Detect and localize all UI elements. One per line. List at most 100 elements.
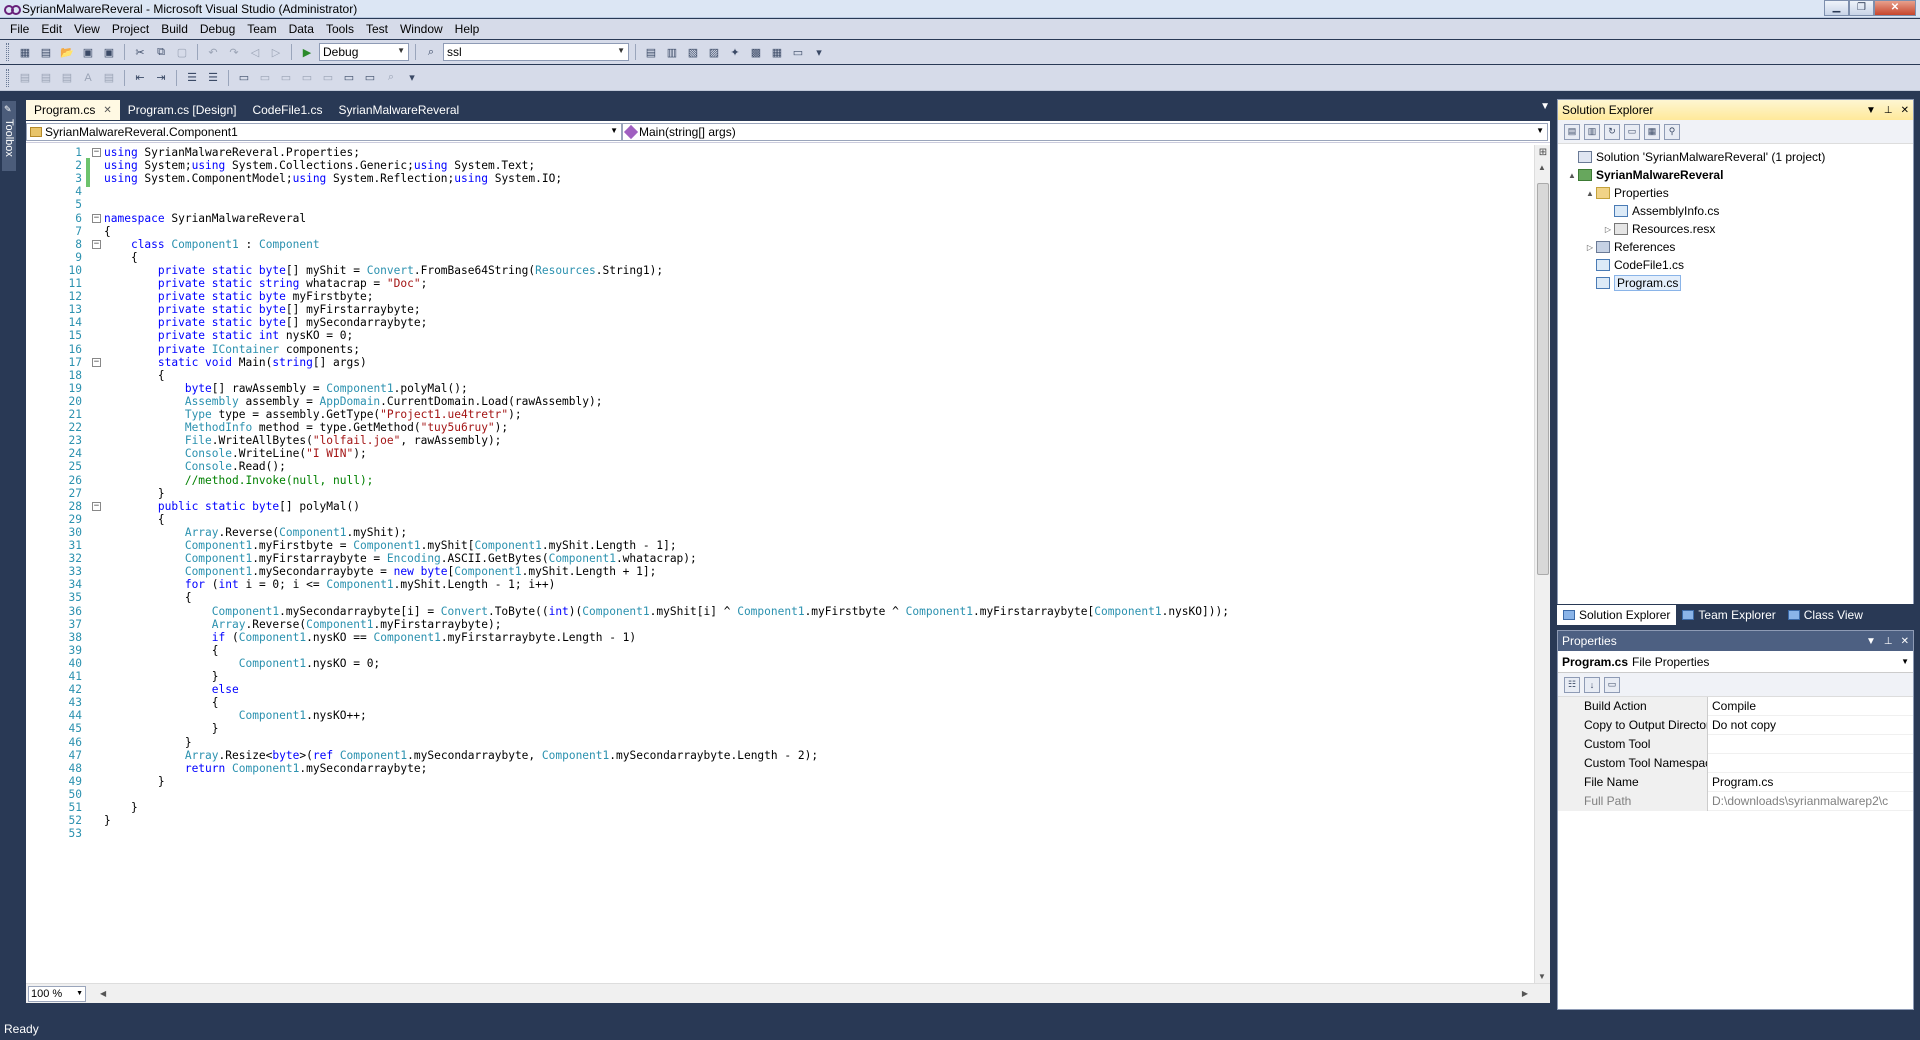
cut-icon[interactable]: ✂ bbox=[131, 43, 149, 61]
find-combo[interactable]: ssl ▼ bbox=[443, 43, 629, 61]
save-all-icon[interactable]: ▣ bbox=[100, 43, 118, 61]
add-item-icon[interactable]: ▤ bbox=[37, 43, 55, 61]
complete-word-icon[interactable]: A bbox=[79, 69, 97, 87]
pin-icon[interactable]: ⊥ bbox=[1884, 636, 1893, 647]
categorized-icon[interactable]: ☷ bbox=[1564, 676, 1580, 693]
close-icon[interactable]: ✕ bbox=[1901, 105, 1909, 116]
menu-test[interactable]: Test bbox=[360, 22, 394, 36]
tab-team-explorer[interactable]: Team Explorer bbox=[1676, 605, 1781, 625]
scrollbar-thumb[interactable] bbox=[1537, 183, 1549, 575]
uncomment-lines-icon[interactable]: ☰ bbox=[204, 69, 222, 87]
parameter-info-icon[interactable]: ▤ bbox=[37, 69, 55, 87]
property-value[interactable]: Compile bbox=[1708, 699, 1913, 713]
window-position-icon[interactable]: ▼ bbox=[1866, 636, 1876, 647]
code-line[interactable]: 53 bbox=[26, 826, 1534, 842]
refresh-icon[interactable]: ↻ bbox=[1604, 123, 1620, 140]
expand-toggle-icon[interactable]: ▷ bbox=[1584, 243, 1596, 252]
paste-icon[interactable]: ▢ bbox=[173, 43, 191, 61]
menu-file[interactable]: File bbox=[4, 22, 35, 36]
view-code-icon[interactable]: ▭ bbox=[1624, 123, 1640, 140]
save-icon[interactable]: ▣ bbox=[79, 43, 97, 61]
menu-edit[interactable]: Edit bbox=[35, 22, 68, 36]
menu-data[interactable]: Data bbox=[283, 22, 320, 36]
navigate-forward-icon[interactable]: ▷ bbox=[267, 43, 285, 61]
close-icon[interactable]: ✕ bbox=[1901, 636, 1909, 647]
team-explorer-icon[interactable]: ▦ bbox=[768, 43, 786, 61]
property-row[interactable]: Custom Tool Namespace bbox=[1558, 753, 1913, 773]
output-window-icon[interactable]: ▭ bbox=[789, 43, 807, 61]
close-button[interactable]: ✕ bbox=[1874, 0, 1916, 16]
tab-program-cs[interactable]: Program.cs ✕ bbox=[26, 100, 120, 120]
property-value[interactable]: Program.cs bbox=[1708, 775, 1913, 789]
tab-codefile1-cs[interactable]: CodeFile1.cs bbox=[244, 100, 330, 120]
view-class-diagram-icon[interactable]: ⚲ bbox=[1664, 123, 1680, 140]
properties-object-select[interactable]: Program.cs File Properties ▼ bbox=[1558, 651, 1913, 673]
increase-indent-icon[interactable]: ⇥ bbox=[152, 69, 170, 87]
clear-bookmarks-icon[interactable]: ▭ bbox=[340, 69, 358, 87]
navigate-backward-icon[interactable]: ◁ bbox=[246, 43, 264, 61]
start-page-icon[interactable]: ✦ bbox=[726, 43, 744, 61]
collapse-outline-icon[interactable]: − bbox=[92, 501, 101, 511]
menu-project[interactable]: Project bbox=[106, 22, 155, 36]
menu-build[interactable]: Build bbox=[155, 22, 194, 36]
view-designer-icon[interactable]: ▦ bbox=[1644, 123, 1660, 140]
solution-configuration-select[interactable]: Debug ▼ bbox=[319, 43, 409, 61]
undo-icon[interactable]: ↶ bbox=[204, 43, 222, 61]
active-files-dropdown-icon[interactable]: ▼ bbox=[1540, 101, 1550, 112]
tab-syrianmalwarereveral[interactable]: SyrianMalwareReveral bbox=[330, 100, 467, 120]
bookmark-window-icon[interactable]: ▭ bbox=[361, 69, 379, 87]
types-dropdown[interactable]: SyrianMalwareReveral.Component1 ▼ bbox=[26, 122, 622, 141]
menu-view[interactable]: View bbox=[68, 22, 106, 36]
solution-tree-item[interactable]: AssemblyInfo.cs bbox=[1558, 202, 1913, 220]
vertical-scrollbar[interactable]: ⊞ ▲ ▼ bbox=[1534, 145, 1550, 983]
expand-toggle-icon[interactable]: ▲ bbox=[1566, 171, 1578, 180]
menu-debug[interactable]: Debug bbox=[194, 22, 241, 36]
solution-tree-item[interactable]: ▲ Properties bbox=[1558, 184, 1913, 202]
solution-tree-item[interactable]: ▷ References bbox=[1558, 238, 1913, 256]
next-bookmark-folder-icon[interactable]: ▭ bbox=[319, 69, 337, 87]
solution-tree-item[interactable]: Program.cs bbox=[1558, 274, 1913, 292]
solution-tree-item[interactable]: ▲ SyrianMalwareReveral bbox=[1558, 166, 1913, 184]
toolbox-tab[interactable]: ✎ Toolbox bbox=[2, 101, 16, 171]
property-row[interactable]: Full Path D:\downloads\syrianmalwarep2\c bbox=[1558, 791, 1913, 811]
toggle-bookmark-icon[interactable]: ▭ bbox=[235, 69, 253, 87]
open-file-icon[interactable]: 📂 bbox=[58, 43, 76, 61]
tab-program-cs-design[interactable]: Program.cs [Design] bbox=[120, 100, 245, 120]
members-dropdown[interactable]: Main(string[] args) ▼ bbox=[622, 122, 1548, 141]
property-value[interactable]: Do not copy bbox=[1708, 718, 1913, 732]
object-browser-icon[interactable]: ▧ bbox=[684, 43, 702, 61]
properties-icon[interactable]: ▤ bbox=[1564, 123, 1580, 140]
find-in-files-icon[interactable]: ⌕ bbox=[422, 43, 440, 61]
show-all-files-icon[interactable]: ▥ bbox=[1584, 123, 1600, 140]
scroll-up-icon[interactable]: ▲ bbox=[1538, 163, 1546, 172]
toolbar-options-icon[interactable]: ▾ bbox=[810, 43, 828, 61]
previous-bookmark-icon[interactable]: ▭ bbox=[256, 69, 274, 87]
copy-icon[interactable]: ⧉ bbox=[152, 43, 170, 61]
property-row[interactable]: File Name Program.cs bbox=[1558, 772, 1913, 792]
expand-toggle-icon[interactable]: ▷ bbox=[1602, 225, 1614, 234]
property-pages-icon[interactable]: ▭ bbox=[1604, 676, 1620, 693]
extension-manager-icon[interactable]: ▩ bbox=[747, 43, 765, 61]
menu-help[interactable]: Help bbox=[449, 22, 486, 36]
alphabetical-icon[interactable]: ↓ bbox=[1584, 676, 1600, 693]
toolbar-options-icon[interactable]: ▾ bbox=[403, 69, 421, 87]
solution-explorer-icon[interactable]: ▤ bbox=[642, 43, 660, 61]
find-icon[interactable]: ⌕ bbox=[382, 69, 400, 87]
property-row[interactable]: Custom Tool bbox=[1558, 734, 1913, 754]
collapse-outline-icon[interactable]: − bbox=[92, 239, 101, 249]
minimize-button[interactable]: ▁ bbox=[1824, 0, 1849, 16]
start-debugging-icon[interactable]: ▶ bbox=[298, 43, 316, 61]
code-text-area[interactable]: 1− using SyrianMalwareReveral.Properties;… bbox=[26, 145, 1534, 983]
solution-tree-item[interactable]: ▷ Resources.resx bbox=[1558, 220, 1913, 238]
collapse-outline-icon[interactable]: − bbox=[92, 148, 101, 157]
toolbar-grip[interactable] bbox=[6, 43, 9, 61]
scroll-right-icon[interactable]: ▶ bbox=[1522, 989, 1528, 998]
property-row[interactable]: Build Action Compile bbox=[1558, 696, 1913, 716]
window-position-icon[interactable]: ▼ bbox=[1866, 105, 1876, 116]
collapse-outline-icon[interactable]: − bbox=[92, 213, 101, 223]
expand-toggle-icon[interactable]: ▲ bbox=[1584, 189, 1596, 198]
solution-tree-item[interactable]: CodeFile1.cs bbox=[1558, 256, 1913, 274]
decrease-indent-icon[interactable]: ⇤ bbox=[131, 69, 149, 87]
zoom-select[interactable]: 100 % ▼ bbox=[28, 985, 86, 1002]
properties-window-icon[interactable]: ▥ bbox=[663, 43, 681, 61]
